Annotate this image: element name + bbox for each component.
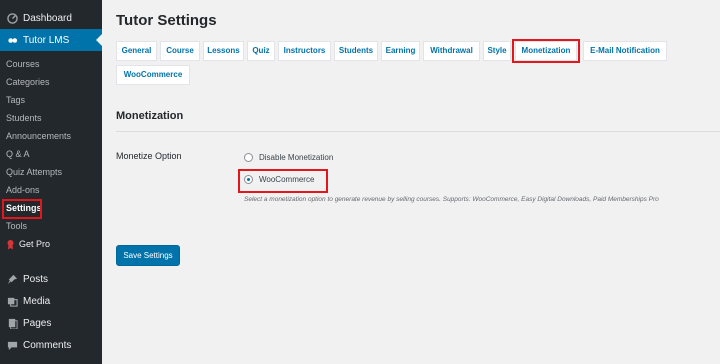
menu-tutor-label: Tutor LMS <box>23 34 70 46</box>
save-settings-button[interactable]: Save Settings <box>116 245 180 266</box>
pin-icon <box>6 273 18 285</box>
tab-students[interactable]: Students <box>334 41 378 61</box>
radio-label: Disable Monetization <box>259 153 334 162</box>
submenu-courses[interactable]: Courses <box>0 55 102 73</box>
submenu-categories[interactable]: Categories <box>0 73 102 91</box>
menu-dashboard[interactable]: Dashboard <box>0 7 102 29</box>
tab-woocommerce[interactable]: WooCommerce <box>116 65 190 85</box>
menu-pages-label: Pages <box>23 317 52 329</box>
tab-lessons[interactable]: Lessons <box>203 41 244 61</box>
tab-email-notification[interactable]: E-Mail Notification <box>583 41 667 61</box>
menu-dashboard-label: Dashboard <box>23 12 72 24</box>
submenu-tools[interactable]: Tools <box>0 217 102 235</box>
divider <box>116 131 720 132</box>
menu-media[interactable]: Media <box>0 290 102 312</box>
tab-course[interactable]: Course <box>160 41 200 61</box>
monetize-description: Select a monetization option to generate… <box>244 196 659 203</box>
badge-icon <box>6 239 15 250</box>
menu-comments-label: Comments <box>23 339 72 351</box>
submenu-announcements[interactable]: Announcements <box>0 127 102 145</box>
submenu-get-pro[interactable]: Get Pro <box>0 235 102 253</box>
media-icon <box>6 295 18 307</box>
section-title: Monetization <box>116 110 184 122</box>
tutor-icon <box>6 34 18 46</box>
settings-highlight-box <box>2 199 42 219</box>
tab-earning[interactable]: Earning <box>381 41 420 61</box>
monetization-highlight-box <box>512 39 580 63</box>
tab-general[interactable]: General <box>116 41 157 61</box>
submenu-quiz-attempts[interactable]: Quiz Attempts <box>0 163 102 181</box>
admin-sidebar: Dashboard Tutor LMS Courses Categories T… <box>0 0 102 364</box>
submenu-qa[interactable]: Q & A <box>0 145 102 163</box>
woocommerce-highlight-box <box>238 169 328 193</box>
tab-instructors[interactable]: Instructors <box>278 41 331 61</box>
submenu-students[interactable]: Students <box>0 109 102 127</box>
tutor-submenu: Courses Categories Tags Students Announc… <box>0 55 102 253</box>
radio-disable-monetization[interactable]: Disable Monetization <box>244 153 333 162</box>
pages-icon <box>6 317 18 329</box>
monetize-option-label: Monetize Option <box>116 151 182 161</box>
tab-quiz[interactable]: Quiz <box>247 41 275 61</box>
menu-pages[interactable]: Pages <box>0 312 102 334</box>
menu-tutor-lms[interactable]: Tutor LMS <box>0 29 102 51</box>
submenu-tags[interactable]: Tags <box>0 91 102 109</box>
menu-comments[interactable]: Comments <box>0 334 102 356</box>
menu-media-label: Media <box>23 295 51 307</box>
get-pro-label: Get Pro <box>19 239 51 249</box>
tab-withdrawal[interactable]: Withdrawal <box>423 41 480 61</box>
submenu-addons[interactable]: Add-ons <box>0 181 102 199</box>
radio-button[interactable] <box>244 153 253 162</box>
comment-icon <box>6 339 18 351</box>
menu-posts-label: Posts <box>23 273 49 285</box>
dashboard-icon <box>6 12 18 24</box>
menu-posts[interactable]: Posts <box>0 268 102 290</box>
page-title: Tutor Settings <box>116 12 217 29</box>
tab-style[interactable]: Style <box>483 41 511 61</box>
main-content: Tutor Settings General Course Lessons Qu… <box>102 0 720 364</box>
